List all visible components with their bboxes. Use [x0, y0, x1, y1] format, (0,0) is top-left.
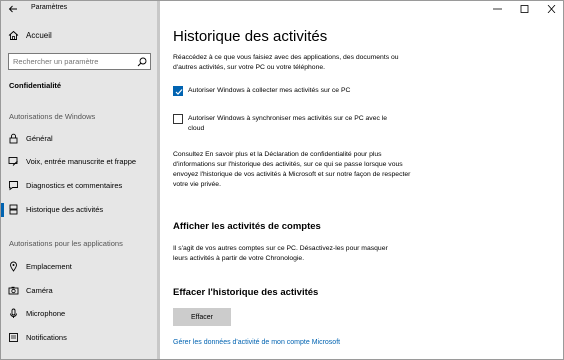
sidebar-item-location[interactable]: Emplacement [1, 259, 157, 275]
sidebar: Paramètres Accueil Confidentialité Autor… [1, 1, 160, 359]
sidebar-item-label: Caméra [26, 286, 53, 295]
feedback-icon [9, 181, 18, 191]
microphone-icon [10, 308, 17, 318]
group-title-windows: Autorisations de Windows [9, 112, 96, 121]
group-title-apps: Autorisations pour les applications [9, 239, 123, 248]
search-input[interactable] [13, 57, 133, 66]
sidebar-item-activity-history[interactable]: Historique des activités [1, 202, 157, 218]
checkbox-row-sync[interactable]: Autoriser Windows à synchroniser mes act… [173, 114, 403, 134]
close-button[interactable] [538, 1, 563, 17]
collect-activities-checkbox[interactable] [173, 86, 183, 96]
manage-activity-data-link[interactable]: Gérer les données d'activité de mon comp… [173, 339, 340, 346]
notifications-icon [9, 333, 18, 342]
location-icon [10, 261, 17, 272]
privacy-info-text: Consultez En savoir plus et la Déclarati… [173, 151, 411, 188]
sidebar-item-label: Historique des activités [26, 205, 104, 214]
lock-icon [9, 133, 18, 144]
sidebar-item-notifications[interactable]: Notifications [1, 330, 157, 346]
settings-window: Paramètres Accueil Confidentialité Autor… [0, 0, 564, 360]
search-icon[interactable] [137, 57, 147, 67]
sidebar-item-label: Microphone [26, 309, 66, 318]
sync-activities-checkbox[interactable] [173, 114, 183, 124]
page-description: Réaccédez à ce que vous faisiez avec des… [173, 54, 399, 71]
accounts-text: Il s'agit de vos autres comptes sur ce P… [173, 245, 388, 262]
sidebar-item-label: Diagnostics et commentaires [26, 181, 123, 190]
accounts-heading: Afficher les activités de comptes [173, 221, 321, 232]
pen-icon [8, 157, 18, 166]
page-title: Historique des activités [173, 28, 328, 45]
sidebar-item-voice[interactable]: Voix, entrée manuscrite et frappe [1, 154, 157, 170]
sidebar-item-microphone[interactable]: Microphone [1, 306, 157, 322]
maximize-button[interactable] [511, 1, 538, 17]
sidebar-item-camera[interactable]: Caméra [1, 283, 157, 299]
clear-history-button[interactable]: Effacer [173, 308, 231, 326]
current-section-title: Confidentialité [9, 81, 62, 90]
sidebar-item-diagnostics[interactable]: Diagnostics et commentaires [1, 178, 157, 194]
back-arrow-icon[interactable] [8, 4, 18, 14]
sidebar-item-label: Général [26, 134, 53, 143]
sidebar-item-home[interactable]: Accueil [1, 28, 157, 44]
sync-activities-label: Autoriser Windows à synchroniser mes act… [188, 115, 388, 132]
checkmark-icon [175, 89, 183, 95]
home-icon [8, 30, 19, 40]
search-box[interactable] [8, 53, 151, 70]
minimize-button[interactable] [484, 1, 511, 17]
home-label: Accueil [26, 31, 52, 40]
close-icon [547, 5, 556, 13]
app-title: Paramètres [31, 4, 68, 11]
sidebar-item-general[interactable]: Général [1, 131, 157, 147]
window-controls [484, 1, 563, 17]
maximize-icon [520, 5, 529, 13]
collect-activities-label: Autoriser Windows à collecter mes activi… [188, 87, 351, 94]
main-content: Historique des activités Réaccédez à ce … [160, 1, 563, 359]
camera-icon [8, 286, 19, 295]
sidebar-item-label: Notifications [26, 333, 67, 342]
minimize-icon [493, 8, 502, 10]
checkbox-row-collect[interactable]: Autoriser Windows à collecter mes activi… [173, 86, 403, 96]
sidebar-item-label: Voix, entrée manuscrite et frappe [26, 157, 137, 166]
history-icon [9, 204, 18, 215]
sidebar-item-label: Emplacement [26, 262, 72, 271]
selection-indicator [1, 203, 4, 217]
clear-history-heading: Effacer l'historique des activités [173, 287, 319, 298]
